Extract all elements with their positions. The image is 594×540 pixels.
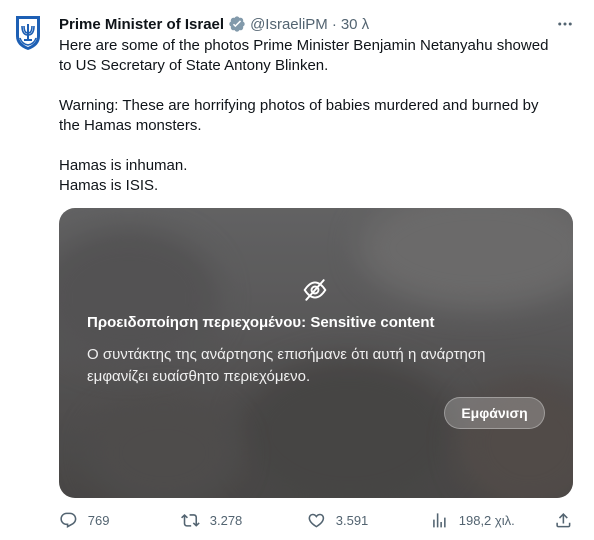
tweet-header: Prime Minister of Israel @IsraeliPM · 30… bbox=[59, 14, 369, 34]
retweet-count: 3.278 bbox=[209, 512, 243, 528]
like-count: 3.591 bbox=[335, 512, 369, 528]
share-button[interactable] bbox=[554, 508, 573, 532]
tweet-text-line: to US Secretary of State Antony Blinken. bbox=[59, 57, 329, 74]
show-media-button[interactable]: Εμφάνιση bbox=[444, 397, 545, 429]
tweet-text-line: Warning: These are horrifying photos of … bbox=[59, 97, 539, 114]
views-button[interactable]: 198,2 χιλ. bbox=[430, 508, 515, 532]
tweet-text: Here are some of the photos Prime Minist… bbox=[59, 36, 579, 196]
heart-icon bbox=[308, 513, 325, 528]
sensitive-media[interactable]: Προειδοποίηση περιεχομένου: Sensitive co… bbox=[59, 208, 573, 498]
reply-count: 769 bbox=[87, 512, 110, 528]
tweet-text-line: the Hamas monsters. bbox=[59, 117, 202, 134]
author-name[interactable]: Prime Minister of Israel bbox=[59, 16, 224, 33]
tweet[interactable]: Prime Minister of Israel @IsraeliPM · 30… bbox=[0, 0, 594, 540]
verified-badge-icon[interactable] bbox=[228, 15, 246, 33]
views-count: 198,2 χιλ. bbox=[458, 512, 515, 528]
share-icon bbox=[556, 512, 571, 528]
separator-dot: · bbox=[331, 15, 337, 33]
sensitive-content-title: Προειδοποίηση περιεχομένου: Sensitive co… bbox=[87, 314, 435, 331]
tweet-text-line: Hamas is inhuman. bbox=[59, 157, 188, 174]
tweet-text-line: Hamas is ISIS. bbox=[59, 177, 159, 194]
retweet-icon bbox=[181, 513, 200, 527]
views-icon bbox=[433, 512, 446, 528]
retweet-button[interactable]: 3.278 bbox=[181, 508, 242, 532]
author-handle[interactable]: @IsraeliPM bbox=[250, 16, 328, 33]
israel-emblem-icon[interactable] bbox=[12, 12, 44, 52]
like-button[interactable]: 3.591 bbox=[307, 508, 368, 532]
tweet-actions: 769 3.278 3.591 198,2 χιλ. bbox=[0, 508, 594, 532]
more-icon[interactable] bbox=[553, 14, 577, 34]
eye-off-icon bbox=[302, 277, 328, 303]
tweet-text-line: Here are some of the photos Prime Minist… bbox=[59, 37, 549, 54]
sensitive-content-description: Ο συντάκτης της ανάρτησης επισήμανε ότι … bbox=[87, 346, 486, 385]
timestamp[interactable]: 30 λ bbox=[341, 16, 369, 33]
reply-button[interactable]: 769 bbox=[59, 508, 109, 532]
reply-icon bbox=[60, 512, 77, 528]
